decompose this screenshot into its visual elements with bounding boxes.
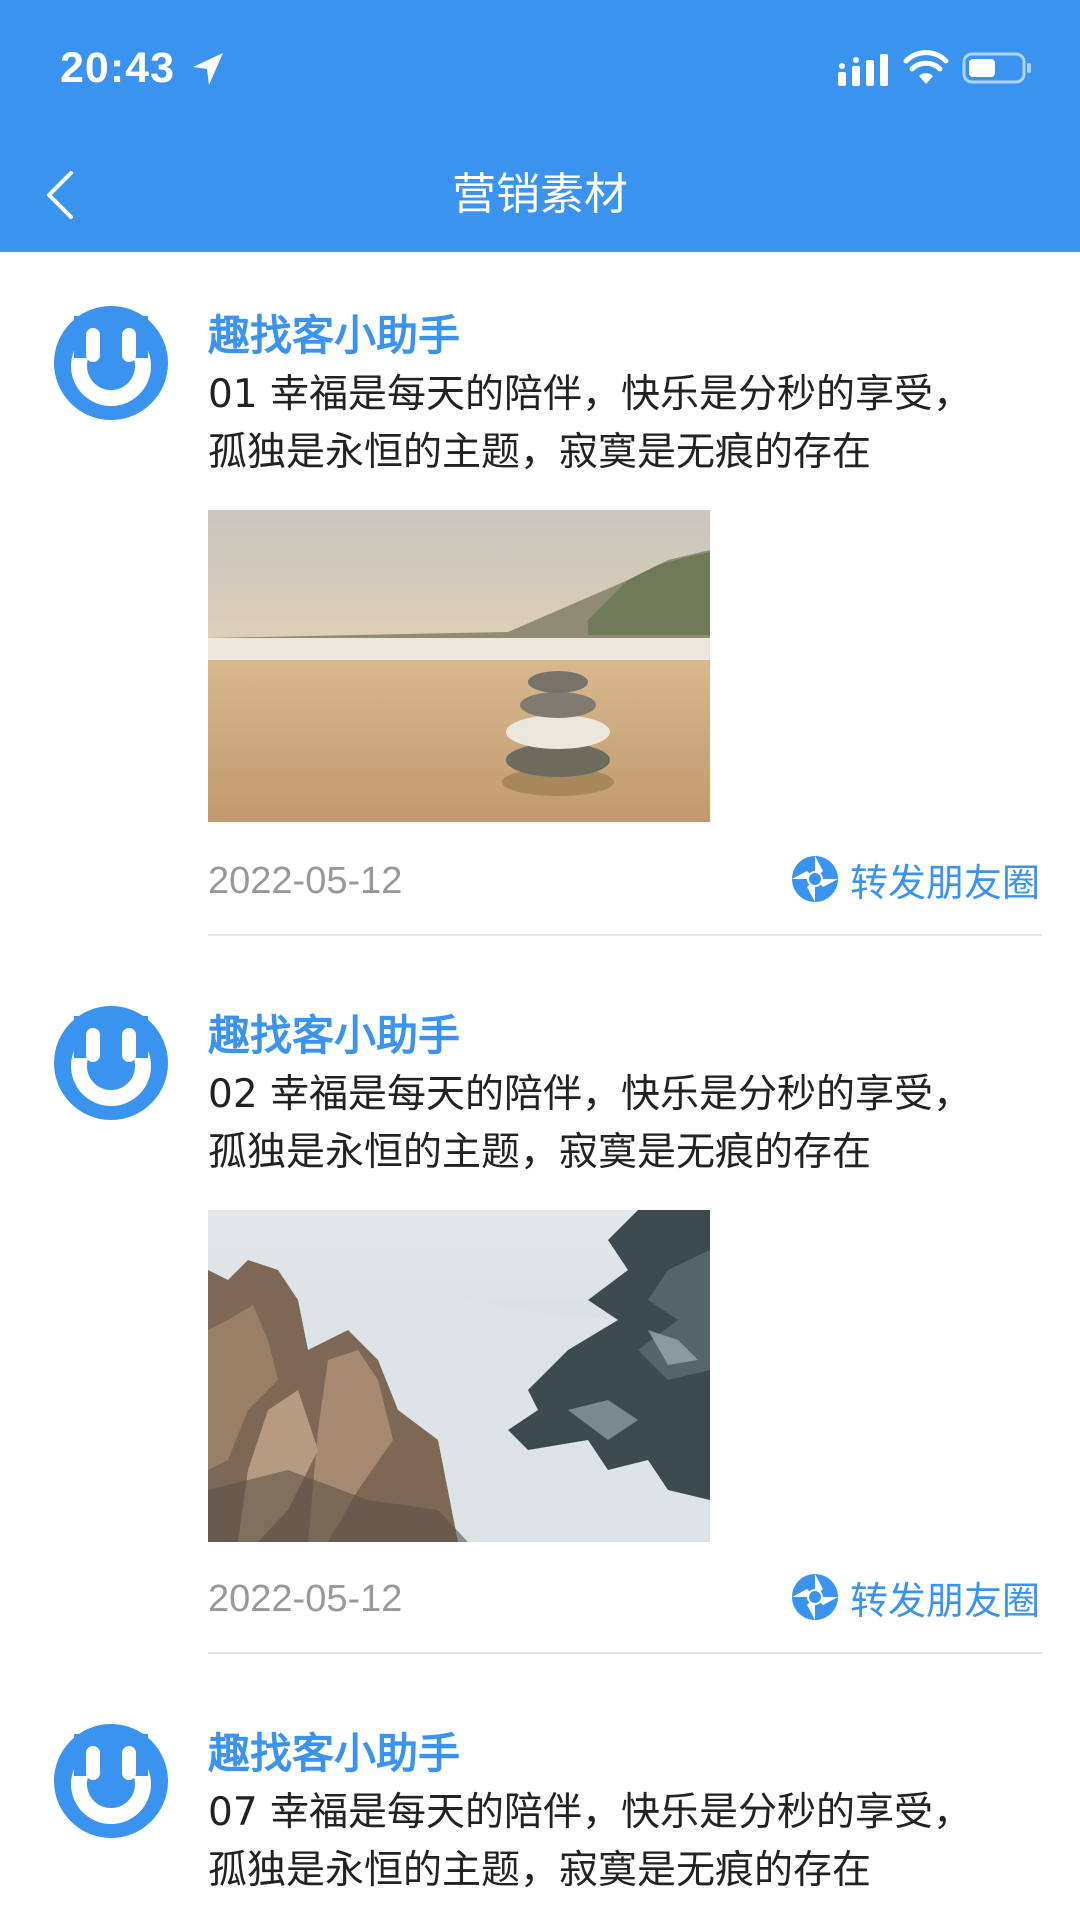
post-text-line: 孤独是永恒的主题，寂寞是无痕的存在 <box>208 1848 872 1893</box>
beach-stacked-stones-photo <box>208 510 710 822</box>
share-label: 转发朋友圈 <box>849 1578 1040 1623</box>
avatar[interactable] <box>54 1006 168 1120</box>
chevron-left-icon <box>47 171 73 219</box>
post-text-line: 07 幸福是每天的陪伴，快乐是分秒的享受， <box>208 1790 973 1835</box>
post-divider <box>208 1652 1042 1654</box>
post-date: 2022-05-12 <box>208 1578 403 1620</box>
location-arrow-icon <box>193 53 223 85</box>
post-text-line: 01 幸福是每天的陪伴，快乐是分秒的享受， <box>208 372 973 417</box>
post-author[interactable]: 趣找客小助手 <box>208 308 460 364</box>
post-date: 2022-05-12 <box>208 860 403 902</box>
post-text-line: 孤独是永恒的主题，寂寞是无痕的存在 <box>208 1130 872 1175</box>
back-button[interactable] <box>30 160 90 230</box>
post-author[interactable]: 趣找客小助手 <box>208 1008 460 1064</box>
share-label: 转发朋友圈 <box>849 860 1040 905</box>
share-moments-button[interactable]: 转发朋友圈 <box>790 852 1040 906</box>
post-image[interactable] <box>208 510 710 822</box>
post-author[interactable]: 趣找客小助手 <box>208 1726 460 1782</box>
status-time: 20:43 <box>60 44 175 92</box>
aperture-icon <box>791 1574 838 1620</box>
misty-mountain-pine-photo <box>208 1210 710 1542</box>
share-moments-button[interactable]: 转发朋友圈 <box>790 1570 1040 1624</box>
cellular-signal-icon <box>838 54 888 86</box>
post-text-line: 02 幸福是每天的陪伴，快乐是分秒的享受， <box>208 1072 973 1117</box>
post-text-line: 孤独是永恒的主题，寂寞是无痕的存在 <box>208 430 872 475</box>
post-text: 07 幸福是每天的陪伴，快乐是分秒的享受， 孤独是永恒的主题，寂寞是无痕的存在 <box>208 1784 1048 1900</box>
avatar[interactable] <box>54 306 168 420</box>
post-text: 01 幸福是每天的陪伴，快乐是分秒的享受， 孤独是永恒的主题，寂寞是无痕的存在 <box>208 366 1048 482</box>
nav-header: 20:43 营销素材 <box>0 0 1080 252</box>
post-text: 02 幸福是每天的陪伴，快乐是分秒的享受， 孤独是永恒的主题，寂寞是无痕的存在 <box>208 1066 1048 1182</box>
aperture-icon <box>791 856 838 902</box>
avatar[interactable] <box>54 1724 168 1838</box>
wifi-icon <box>903 50 949 84</box>
battery-icon <box>962 52 1031 84</box>
post-image[interactable] <box>208 1210 710 1542</box>
status-bar: 20:43 <box>0 0 1080 140</box>
post-divider <box>208 934 1042 936</box>
page-title: 营销素材 <box>452 169 628 220</box>
